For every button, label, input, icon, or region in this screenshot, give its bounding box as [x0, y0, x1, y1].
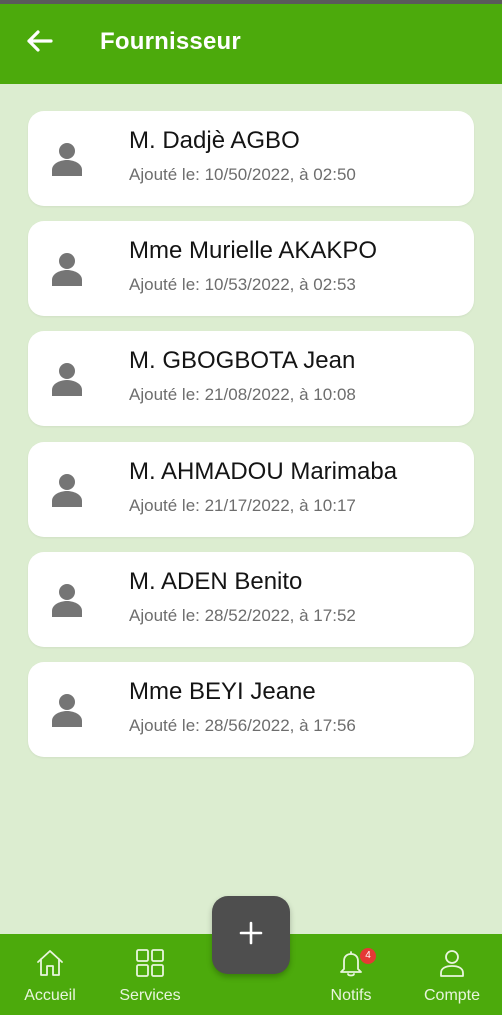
person-icon: [52, 473, 82, 507]
supplier-card[interactable]: M. GBOGBOTA Jean Ajouté le: 21/08/2022, …: [28, 331, 474, 426]
back-button[interactable]: [22, 26, 56, 60]
nav-label: Notifs: [330, 987, 372, 1004]
supplier-card[interactable]: M. AHMADOU Marimaba Ajouté le: 21/17/202…: [28, 442, 474, 537]
page-title: Fournisseur: [100, 28, 241, 55]
supplier-added-date: Ajouté le: 28/52/2022, à 17:52: [129, 606, 356, 625]
person-icon: [52, 362, 82, 396]
supplier-added-date: Ajouté le: 10/50/2022, à 02:50: [129, 165, 356, 184]
person-icon: [52, 583, 82, 617]
supplier-added-date: Ajouté le: 28/56/2022, à 17:56: [129, 716, 356, 735]
supplier-name: Mme BEYI Jeane: [129, 678, 316, 705]
nav-item-notifs[interactable]: 4 Notifs: [318, 934, 384, 1015]
supplier-name: M. Dadjè AGBO: [129, 127, 300, 154]
supplier-card[interactable]: Mme Murielle AKAKPO Ajouté le: 10/53/202…: [28, 221, 474, 316]
home-icon: [35, 934, 65, 983]
nav-item-services[interactable]: Services: [112, 934, 188, 1015]
add-supplier-button[interactable]: [212, 896, 290, 974]
arrow-left-icon: [25, 29, 53, 58]
supplier-added-date: Ajouté le: 21/08/2022, à 10:08: [129, 385, 356, 404]
nav-label: Accueil: [24, 987, 76, 1004]
supplier-added-date: Ajouté le: 10/53/2022, à 02:53: [129, 275, 356, 294]
user-icon: [437, 934, 467, 983]
app-bar: Fournisseur: [0, 4, 502, 84]
supplier-added-date: Ajouté le: 21/17/2022, à 10:17: [129, 496, 356, 515]
plus-icon: [238, 920, 264, 951]
supplier-name: Mme Murielle AKAKPO: [129, 237, 378, 264]
screen: Fournisseur M. Dadjè AGBO Ajouté le: 10/…: [0, 0, 502, 1015]
supplier-card[interactable]: M. Dadjè AGBO Ajouté le: 10/50/2022, à 0…: [28, 111, 474, 206]
supplier-card[interactable]: Mme BEYI Jeane Ajouté le: 28/56/2022, à …: [28, 662, 474, 757]
nav-item-compte[interactable]: Compte: [414, 934, 490, 1015]
grid-icon: [135, 934, 165, 983]
nav-label: Compte: [423, 987, 481, 1004]
nav-label: Services: [119, 987, 181, 1004]
nav-item-accueil[interactable]: Accueil: [14, 934, 86, 1015]
person-icon: [52, 252, 82, 286]
person-icon: [52, 693, 82, 727]
supplier-card[interactable]: M. ADEN Benito Ajouté le: 28/52/2022, à …: [28, 552, 474, 647]
supplier-name: M. AHMADOU Marimaba: [129, 458, 398, 485]
supplier-name: M. GBOGBOTA Jean: [129, 347, 356, 374]
supplier-name: M. ADEN Benito: [129, 568, 303, 595]
notification-badge: 4: [360, 948, 376, 964]
person-icon: [52, 142, 82, 176]
